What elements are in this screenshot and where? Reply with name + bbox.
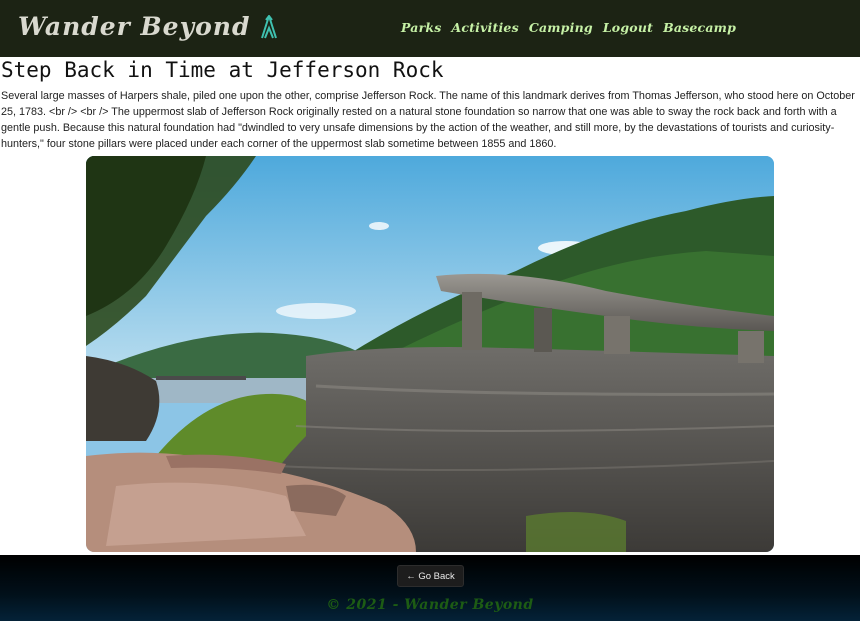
photo-illustration bbox=[86, 156, 774, 552]
site-footer: ← Go Back © 2021 - Wander Beyond bbox=[0, 555, 860, 621]
copyright-text: © 2021 - Wander Beyond bbox=[326, 597, 534, 613]
nav-activities[interactable]: Activities bbox=[451, 20, 518, 35]
go-back-button[interactable]: ← Go Back bbox=[397, 565, 464, 587]
tent-icon bbox=[261, 14, 278, 38]
nav-camping[interactable]: Camping bbox=[529, 20, 593, 35]
main-nav: Parks Activities Camping Logout Basecamp bbox=[401, 20, 736, 35]
jefferson-rock-photo bbox=[86, 156, 774, 552]
brand-name: Wander Beyond bbox=[18, 12, 251, 41]
nav-basecamp[interactable]: Basecamp bbox=[663, 20, 736, 35]
page-title: Step Back in Time at Jefferson Rock bbox=[1, 58, 444, 82]
brand-logo[interactable]: Wander Beyond bbox=[18, 12, 278, 41]
site-header: Wander Beyond Parks Activities Camping L… bbox=[0, 0, 860, 57]
nav-logout[interactable]: Logout bbox=[603, 20, 653, 35]
article-body: Several large masses of Harpers shale, p… bbox=[1, 90, 855, 150]
nav-parks[interactable]: Parks bbox=[401, 20, 441, 35]
